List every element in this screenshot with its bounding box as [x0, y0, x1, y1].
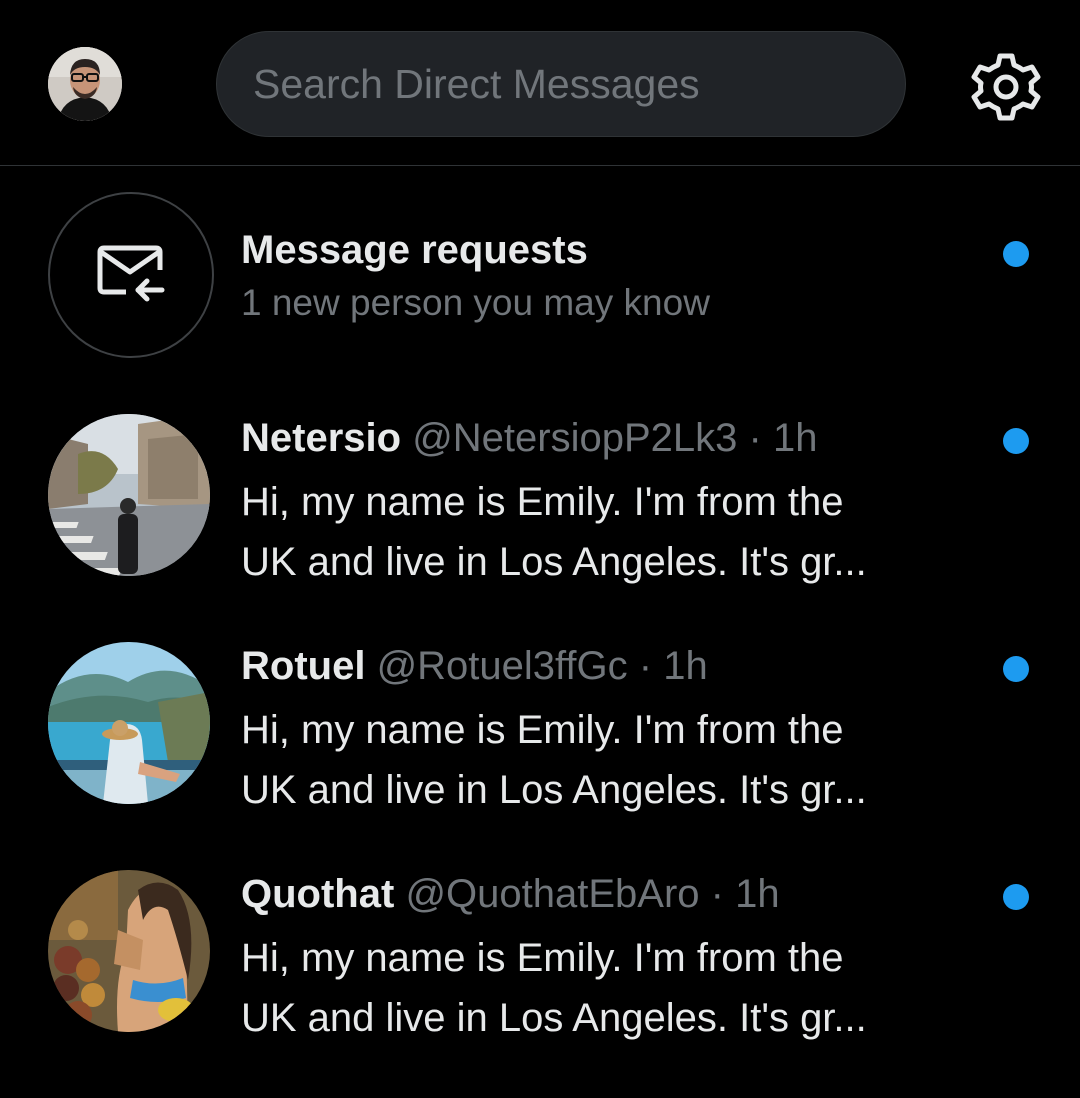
envelope-arrow-icon	[97, 245, 165, 302]
conversation-header: Rotuel @Rotuel3ffGc · 1h	[241, 644, 708, 689]
avatar[interactable]	[48, 870, 210, 1032]
conversation-item[interactable]: Quothat @QuothatEbAro · 1h Hi, my name i…	[0, 870, 1080, 1098]
timestamp: 1h	[735, 872, 780, 916]
message-preview: Hi, my name is Emily. I'm from the UK an…	[241, 928, 981, 1048]
message-preview-line: UK and live in Los Angeles. It's gr...	[241, 768, 867, 812]
timestamp: 1h	[772, 416, 818, 460]
message-preview-line: Hi, my name is Emily. I'm from the	[241, 936, 844, 980]
separator: ·	[710, 872, 724, 916]
separator: ·	[638, 644, 653, 688]
search-placeholder: Search Direct Messages	[253, 60, 700, 107]
conversation-header: Netersio @NetersiopP2Lk3 · 1h	[241, 416, 817, 461]
conversation-item[interactable]: Netersio @NetersiopP2Lk3 · 1h Hi, my nam…	[0, 414, 1080, 642]
conversation-handle: @NetersiopP2Lk3	[412, 416, 738, 460]
conversation-name[interactable]: Netersio	[241, 416, 401, 460]
message-preview: Hi, my name is Emily. I'm from the UK an…	[241, 472, 981, 592]
avatar[interactable]	[48, 414, 210, 576]
message-requests-circle	[48, 192, 214, 358]
message-preview-line: UK and live in Los Angeles. It's gr...	[241, 996, 867, 1040]
top-bar: Search Direct Messages	[0, 0, 1080, 166]
gear-icon[interactable]	[971, 52, 1041, 122]
message-preview: Hi, my name is Emily. I'm from the UK an…	[241, 700, 981, 820]
message-preview-line: UK and live in Los Angeles. It's gr...	[241, 540, 867, 584]
profile-avatar[interactable]	[48, 47, 122, 121]
profile-photo	[48, 47, 122, 121]
message-requests-subtitle: 1 new person you may know	[241, 282, 710, 323]
unread-dot	[1003, 884, 1029, 910]
unread-dot	[1003, 428, 1029, 454]
conversation-item[interactable]: Rotuel @Rotuel3ffGc · 1h Hi, my name is …	[0, 642, 1080, 870]
conversation-header: Quothat @QuothatEbAro · 1h	[241, 872, 780, 917]
timestamp: 1h	[663, 644, 708, 688]
avatar-photo-market	[48, 870, 210, 1032]
avatar-photo-street	[48, 414, 210, 576]
separator: ·	[748, 416, 762, 460]
conversation-handle: @Rotuel3ffGc	[376, 644, 628, 688]
unread-dot	[1003, 656, 1029, 682]
message-preview-line: Hi, my name is Emily. I'm from the	[241, 708, 844, 752]
message-requests-title: Message requests	[241, 228, 588, 272]
message-preview-line: Hi, my name is Emily. I'm from the	[241, 480, 844, 524]
conversation-handle: @QuothatEbAro	[405, 872, 700, 916]
conversation-name[interactable]: Rotuel	[241, 644, 365, 688]
avatar-photo-coast	[48, 642, 210, 804]
search-input[interactable]: Search Direct Messages	[216, 31, 906, 137]
unread-dot	[1003, 241, 1029, 267]
conversation-name[interactable]: Quothat	[241, 872, 394, 916]
avatar[interactable]	[48, 642, 210, 804]
